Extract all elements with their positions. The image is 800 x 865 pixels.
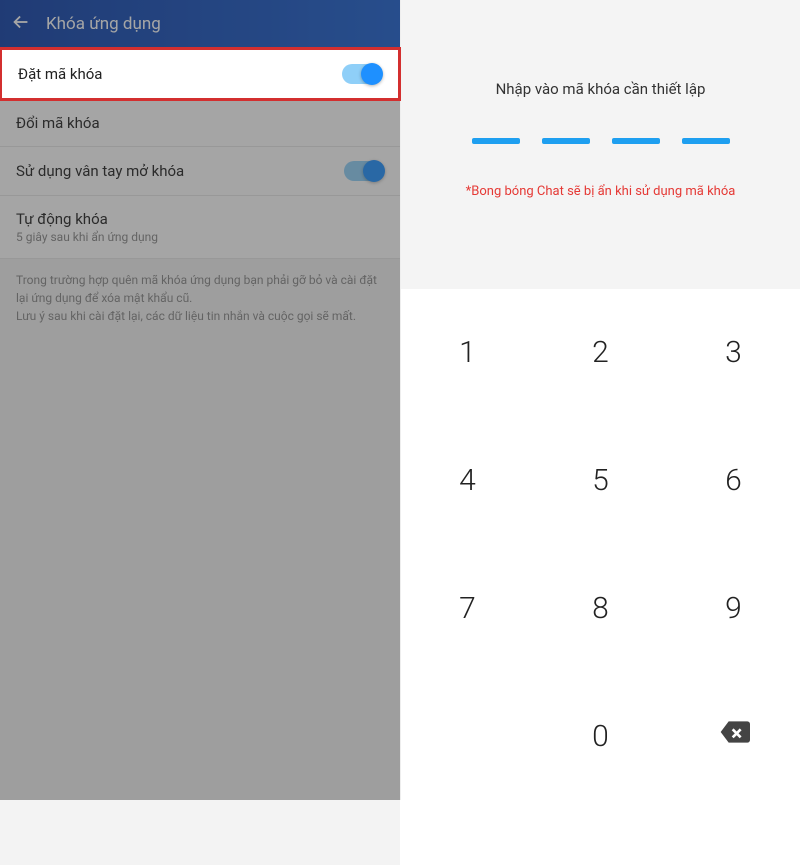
key-3[interactable]: 3 [667,289,800,417]
pin-warning: *Bong bóng Chat sẽ bị ẩn khi sử dụng mã … [421,184,780,199]
page-title: Khóa ứng dụng [46,14,161,34]
pin-header: Nhập vào mã khóa cần thiết lập *Bong bón… [401,0,800,249]
key-9[interactable]: 9 [667,545,800,673]
pin-dash [472,138,520,144]
back-icon[interactable] [10,11,32,37]
row-set-code[interactable]: Đặt mã khóa [0,47,401,101]
key-5[interactable]: 5 [534,417,667,545]
pin-input [421,138,780,144]
pin-pane: Nhập vào mã khóa cần thiết lập *Bong bón… [400,0,800,800]
key-4[interactable]: 4 [401,417,534,545]
toggle-fingerprint[interactable] [344,161,384,181]
key-2[interactable]: 2 [534,289,667,417]
appbar: Khóa ứng dụng [0,0,400,48]
key-6[interactable]: 6 [667,417,800,545]
note-line-2: Lưu ý sau khi cài đặt lại, các dữ liệu t… [16,307,384,325]
key-backspace[interactable] [667,672,800,800]
toggle-set-code[interactable] [342,64,382,84]
pin-dash [542,138,590,144]
note-line-1: Trong trường hợp quên mã khóa ứng dụng b… [16,271,384,307]
row-set-code-label: Đặt mã khóa [18,65,102,83]
key-1[interactable]: 1 [401,289,534,417]
settings-pane: Khóa ứng dụng Đặt mã khóa Đổi mã khóa Sử… [0,0,400,800]
row-change-code[interactable]: Đổi mã khóa [0,100,400,147]
key-8[interactable]: 8 [534,545,667,673]
row-autolock-sub: 5 giây sau khi ẩn ứng dụng [16,230,158,244]
row-change-code-label: Đổi mã khóa [16,114,100,132]
key-7[interactable]: 7 [401,545,534,673]
row-autolock-label: Tự động khóa [16,210,158,228]
key-0[interactable]: 0 [534,672,667,800]
key-empty [401,672,534,800]
pin-dash [612,138,660,144]
pin-dash [682,138,730,144]
row-fingerprint-label: Sử dụng vân tay mở khóa [16,162,184,180]
note-text: Trong trường hợp quên mã khóa ứng dụng b… [0,259,400,325]
settings-list: Đặt mã khóa Đổi mã khóa Sử dụng vân tay … [0,47,400,865]
row-autolock[interactable]: Tự động khóa 5 giây sau khi ẩn ứng dụng [0,196,400,259]
row-fingerprint[interactable]: Sử dụng vân tay mở khóa [0,147,400,196]
pin-prompt: Nhập vào mã khóa cần thiết lập [421,80,780,98]
backspace-icon [718,716,750,756]
keypad: 1 2 3 4 5 6 7 8 9 0 [401,289,800,800]
